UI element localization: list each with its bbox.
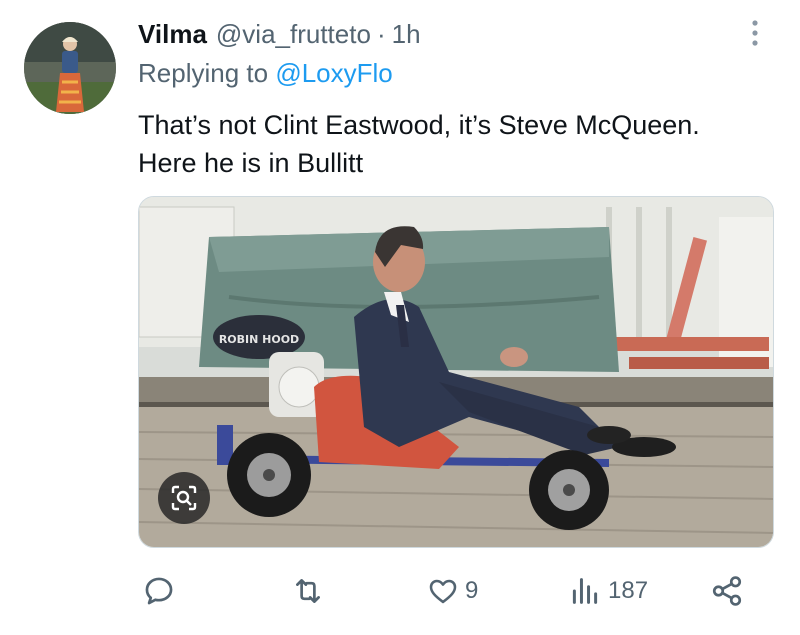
tweet-text-line: Here he is in Bullitt — [138, 148, 364, 178]
visual-search-button[interactable] — [158, 472, 210, 524]
tweet-photo[interactable]: ROBIN HOOD — [138, 196, 774, 548]
tweet-text-line: That’s not Clint Eastwood, it’s Steve Mc… — [138, 110, 700, 140]
repost-button[interactable] — [290, 566, 332, 616]
like-count: 9 — [465, 577, 479, 604]
replying-to-label: Replying to — [138, 58, 276, 88]
views-icon — [572, 578, 598, 604]
replying-to: Replying to @LoxyFlo — [138, 58, 393, 89]
sign-text: ROBIN HOOD — [219, 333, 299, 346]
views-count: 187 — [608, 577, 649, 604]
tweet-header: Vilma @via_frutteto · 1h — [138, 14, 421, 54]
action-bar: 9 187 — [0, 566, 800, 616]
share-button[interactable] — [710, 566, 744, 616]
share-icon — [712, 576, 742, 606]
separator-dot: · — [376, 18, 386, 49]
like-button[interactable]: 9 — [427, 566, 478, 616]
repost-icon — [296, 579, 320, 603]
visual-search-icon — [171, 485, 197, 511]
timestamp[interactable]: 1h — [392, 19, 421, 50]
reply-icon — [145, 577, 173, 605]
display-name[interactable]: Vilma — [138, 19, 207, 50]
reply-button[interactable] — [142, 566, 182, 616]
more-options-icon[interactable] — [744, 18, 766, 48]
replying-to-handle[interactable]: @LoxyFlo — [275, 58, 392, 88]
tweet-text: That’s not Clint Eastwood, it’s Steve Mc… — [138, 106, 700, 182]
user-handle[interactable]: @via_frutteto — [216, 19, 371, 50]
avatar[interactable] — [24, 22, 116, 114]
heart-icon — [429, 579, 457, 604]
views-button[interactable]: 187 — [568, 566, 648, 616]
